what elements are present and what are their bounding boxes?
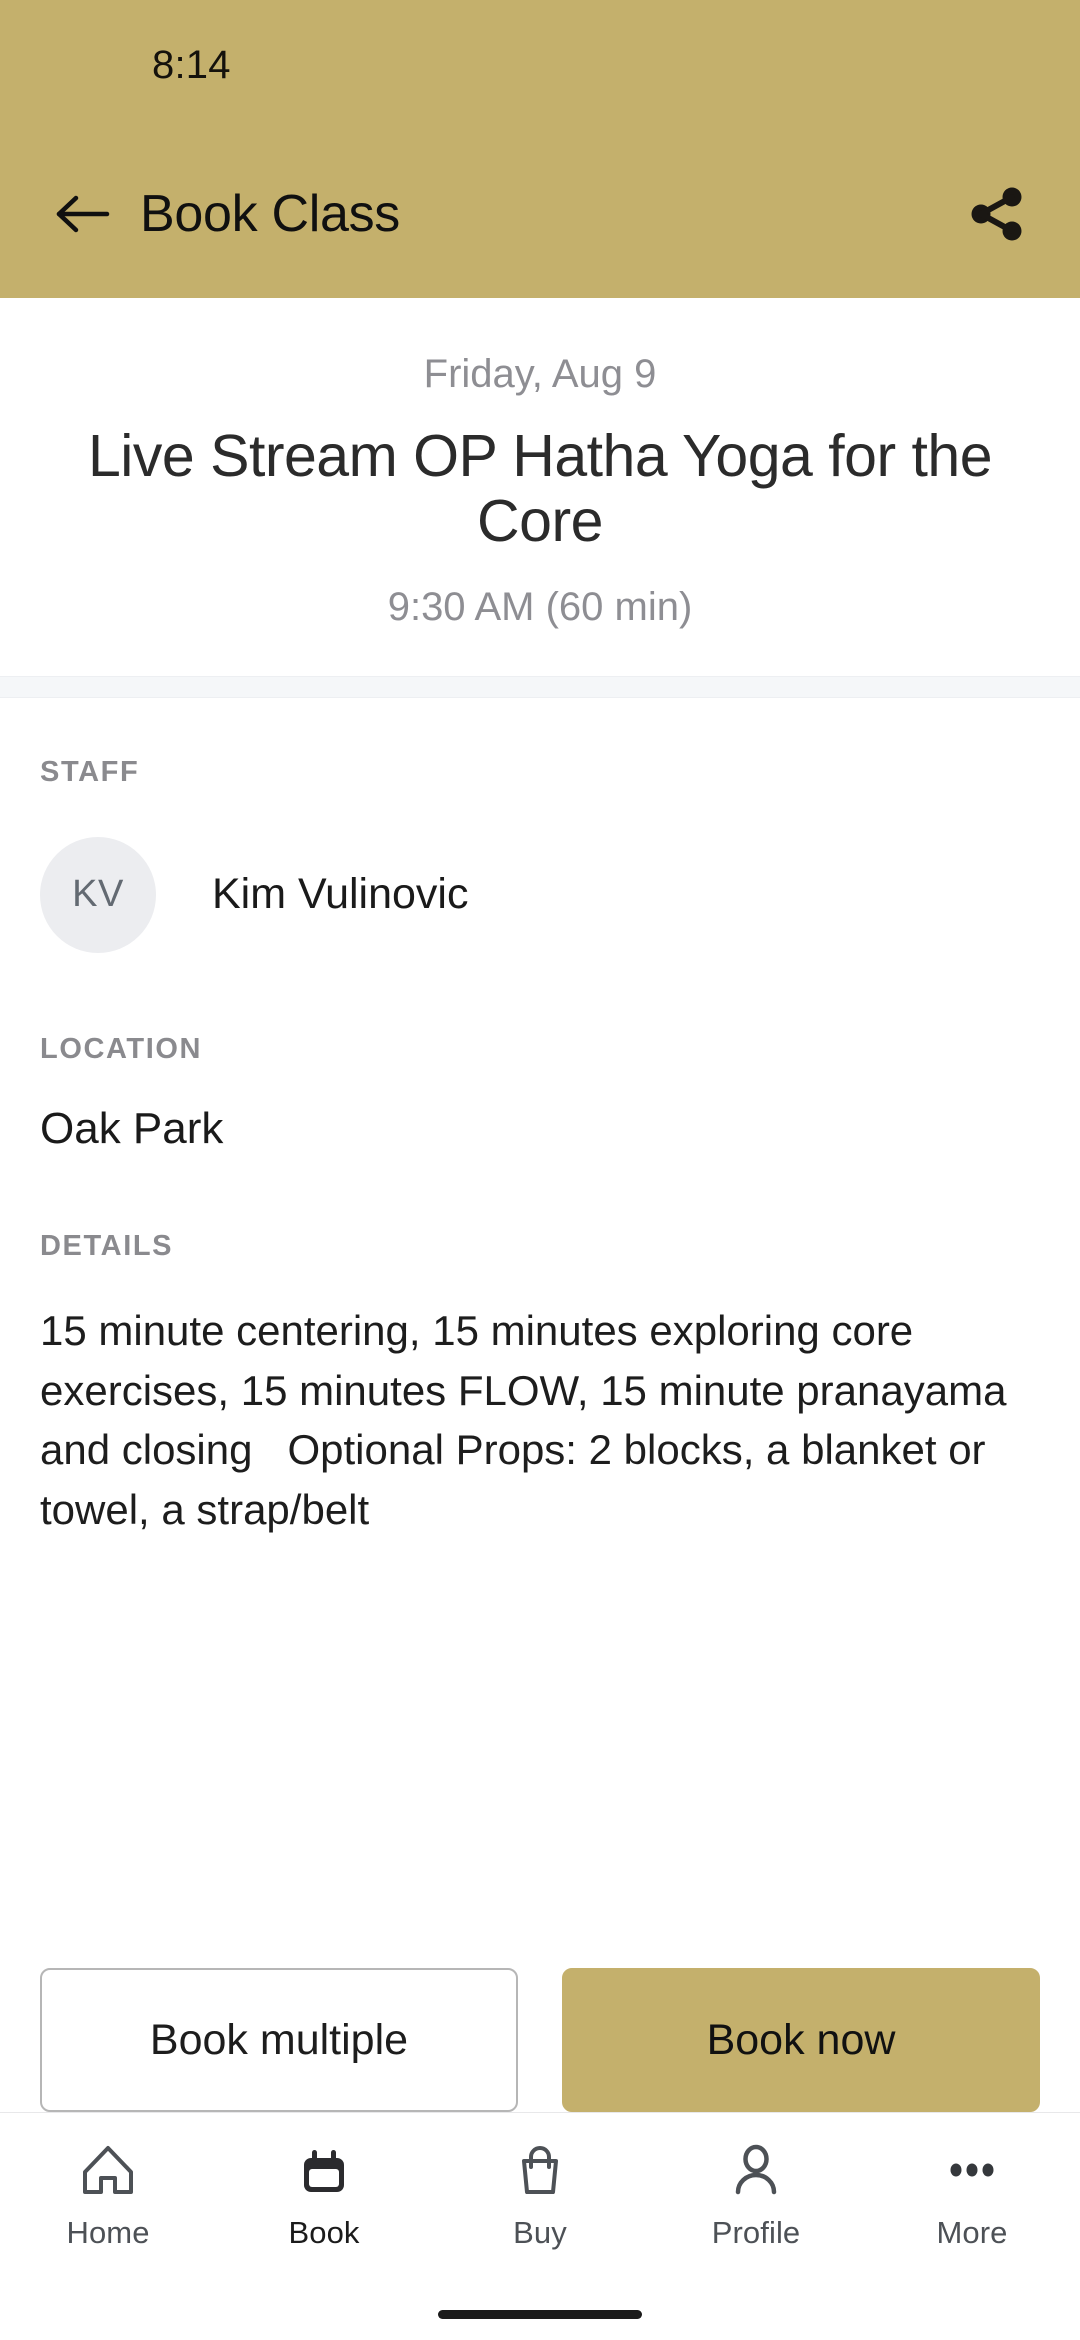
calendar-icon <box>295 2139 353 2201</box>
person-icon <box>727 2139 785 2201</box>
ellipsis-icon <box>943 2139 1001 2201</box>
nav-item-home[interactable]: Home <box>0 2139 216 2251</box>
action-button-row: Book multiple Book now <box>0 1968 1080 2112</box>
class-time-duration: 9:30 AM (60 min) <box>387 584 693 629</box>
home-indicator[interactable] <box>438 2309 642 2319</box>
staff-row[interactable]: KV Kim Vulinovic <box>40 836 1040 953</box>
nav-label-profile: Profile <box>711 2215 801 2250</box>
arrow-left-icon <box>56 195 110 233</box>
app-bar: Book Class <box>0 130 1080 298</box>
details-section-label: DETAILS <box>40 1229 174 1262</box>
app-bar-region: 8:14 Book Class <box>0 0 1080 298</box>
details-text: 15 minute centering, 15 minutes explorin… <box>40 1306 1019 1533</box>
section-divider <box>0 675 1080 698</box>
staff-section-label: STAFF <box>40 755 140 788</box>
class-header-card: Friday, Aug 9 Live Stream OP Hatha Yoga … <box>0 298 1080 676</box>
nav-item-profile[interactable]: Profile <box>648 2139 864 2251</box>
location-section-label: LOCATION <box>40 1032 203 1065</box>
page-title: Book Class <box>140 185 400 243</box>
book-multiple-button[interactable]: Book multiple <box>40 1968 518 2112</box>
nav-label-more: More <box>936 2215 1008 2250</box>
nav-item-book[interactable]: Book <box>216 2139 432 2251</box>
share-icon <box>971 187 1022 241</box>
home-indicator-area <box>0 2288 1080 2340</box>
nav-item-buy[interactable]: Buy <box>432 2139 648 2251</box>
nav-item-more[interactable]: More <box>864 2139 1080 2251</box>
back-button[interactable] <box>50 181 116 247</box>
nav-label-book: Book <box>288 2215 360 2250</box>
class-title: Live Stream OP Hatha Yoga for the Core <box>87 423 993 555</box>
bottom-navigation-bar: Home Book Buy Profile More <box>0 2112 1080 2288</box>
bag-icon <box>511 2139 569 2201</box>
book-now-button[interactable]: Book now <box>562 1968 1040 2112</box>
avatar: KV <box>40 836 156 953</box>
status-bar: 8:14 <box>0 0 1080 130</box>
share-button[interactable] <box>962 179 1032 249</box>
class-date: Friday, Aug 9 <box>423 352 657 396</box>
nav-label-buy: Buy <box>513 2215 567 2250</box>
location-value: Oak Park <box>40 1103 224 1153</box>
avatar-initials: KV <box>72 873 124 916</box>
class-details-content: STAFF KV Kim Vulinovic LOCATION Oak Park… <box>0 698 1080 1860</box>
staff-name: Kim Vulinovic <box>212 870 469 919</box>
app-screen: 8:14 Book Class Friday, Aug 9 Live Strea… <box>0 0 1080 2340</box>
status-bar-clock: 8:14 <box>152 42 231 87</box>
home-icon <box>79 2139 137 2201</box>
nav-label-home: Home <box>66 2215 150 2250</box>
